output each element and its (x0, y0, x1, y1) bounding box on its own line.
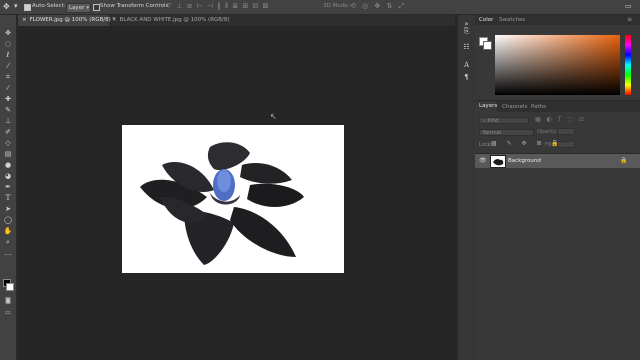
healing-brush-icon[interactable]: ✚ (3, 95, 13, 103)
tab-close-icon[interactable]: × (22, 17, 27, 23)
tab-channels[interactable]: Channels (502, 104, 527, 110)
tab-paths[interactable]: Paths (531, 104, 546, 110)
marquee-icon[interactable]: ◌ (3, 40, 13, 48)
chevron-down-icon: ▾ (86, 5, 89, 11)
hand-icon[interactable]: ✋ (3, 227, 13, 235)
tab-color[interactable]: Color (479, 17, 493, 23)
eyedropper-icon[interactable]: ⁄ (3, 84, 13, 92)
toolbox: ✥ ◌ ℓ ⁄ ⌗ ⁄ ✚ ✎ ⊥ ✐ ◇ ▤ ● ◕ ✒ T ➤ ◯ ✋ ⌕ … (0, 15, 17, 360)
visibility-eye-icon[interactable]: 👁 (479, 157, 487, 164)
right-panels: Color Swatches ≡ Layers Channels Paths ⌕… (475, 15, 640, 360)
clone-stamp-icon[interactable]: ⊥ (3, 117, 13, 125)
mode-3d-label: 3D Mode: (323, 3, 350, 9)
fill-field[interactable] (557, 141, 575, 148)
opacity-field[interactable] (557, 128, 575, 135)
shape-icon[interactable]: ◯ (3, 216, 13, 224)
character-icon[interactable]: A (462, 61, 471, 70)
filter-icons[interactable]: ▦ ◐ T ⬚ ⊡ (535, 116, 586, 123)
document-tab-bar: × FLOWER.jpg @ 100% (RGB/8) * × BLACK AND … (18, 15, 455, 26)
dodge-icon[interactable]: ◕ (3, 172, 13, 180)
auto-select-checkbox[interactable] (24, 4, 31, 11)
layers-panel-tabs: Layers Channels Paths (475, 101, 640, 112)
fill-label: Fill: (545, 142, 554, 148)
auto-select-value: Layer (69, 5, 85, 11)
gradient-icon[interactable]: ▤ (3, 150, 13, 158)
more-tools-icon[interactable]: … (3, 249, 13, 257)
lasso-icon[interactable]: ℓ (3, 51, 13, 59)
properties-icon[interactable]: ☷ (462, 43, 471, 52)
screen-mode-icon[interactable]: ▭ (3, 309, 13, 317)
opacity-label: Opacity: (537, 129, 558, 135)
blend-mode-value: Normal (483, 130, 502, 136)
tab-layers[interactable]: Layers (475, 101, 497, 112)
layer-name: Background (508, 158, 541, 164)
auto-select-dropdown[interactable]: Layer ▾ (66, 3, 91, 13)
document-canvas[interactable] (122, 125, 344, 273)
path-selection-icon[interactable]: ➤ (3, 205, 13, 213)
history-brush-icon[interactable]: ✐ (3, 128, 13, 136)
eraser-icon[interactable]: ◇ (3, 139, 13, 147)
blur-icon[interactable]: ● (3, 161, 13, 169)
tab-flower[interactable]: × FLOWER.jpg @ 100% (RGB/8) * (18, 15, 115, 26)
panel-dock: » ⎘ ☷ A ¶ (457, 15, 476, 360)
show-transform-label: Show Transform Controls (100, 3, 169, 9)
move-tool-preset-icon[interactable]: ✥ (3, 2, 10, 11)
background-color-swatch[interactable] (483, 41, 492, 50)
layer-thumbnail (490, 155, 506, 168)
type-icon[interactable]: T (3, 194, 13, 202)
tab-black-and-white[interactable]: × BLACK AND WHITE.jpg @ 100% (RGB/8) (108, 15, 230, 26)
search-icon: ⌕ (483, 118, 486, 124)
lock-icon: 🔒 (620, 157, 628, 164)
quick-mask-icon[interactable]: ◙ (3, 297, 13, 305)
zoom-icon[interactable]: ⌕ (3, 238, 13, 246)
flower-image (140, 142, 304, 265)
tab-swatches[interactable]: Swatches (499, 17, 525, 23)
show-transform-checkbox[interactable] (93, 4, 100, 11)
background-color-swatch[interactable] (6, 283, 14, 291)
move-icon[interactable]: ✥ (3, 29, 13, 37)
panel-menu-icon[interactable]: ≡ (627, 16, 632, 23)
magic-wand-icon[interactable]: ⁄ (3, 62, 13, 70)
workspace-icon[interactable]: ▭ (625, 2, 632, 10)
history-icon[interactable]: ⎘ (462, 27, 471, 36)
pen-icon[interactable]: ✒ (3, 183, 13, 191)
kind-placeholder: Kind (487, 118, 499, 124)
hue-slider[interactable] (625, 35, 631, 95)
auto-select-label: Auto-Select: (32, 3, 66, 9)
brush-icon[interactable]: ✎ (3, 106, 13, 114)
3d-mode-icons[interactable]: ⟲ ◎ ✥ ⇅ ⤢ (350, 2, 406, 11)
options-bar: ✥ ▾ Auto-Select: Layer ▾ Show Transform … (0, 0, 640, 15)
align-icons[interactable]: ⊤ ⊥ ≡ ⊢ ⊣ ‖ ⫴ ≣ ⊞ ⊟ ⊠ (166, 2, 269, 11)
mouse-cursor-icon: ↖ (270, 112, 277, 121)
color-field[interactable] (495, 35, 620, 95)
color-panel-tabs: Color Swatches ≡ (475, 15, 640, 25)
paragraph-icon[interactable]: ¶ (462, 73, 471, 82)
tab-label: BLACK AND WHITE.jpg @ 100% (RGB/8) (119, 17, 230, 23)
layer-row-background[interactable]: 👁 Background 🔒 (475, 154, 640, 168)
layer-filter-kind[interactable]: ⌕ Kind (479, 117, 529, 124)
crop-icon[interactable]: ⌗ (3, 73, 13, 81)
blend-mode-dropdown[interactable]: Normal (479, 129, 534, 136)
tab-close-icon[interactable]: × (112, 17, 117, 23)
tab-label: FLOWER.jpg @ 100% (RGB/8) * (29, 17, 116, 23)
chevron-down-icon[interactable]: ▾ (14, 2, 18, 10)
